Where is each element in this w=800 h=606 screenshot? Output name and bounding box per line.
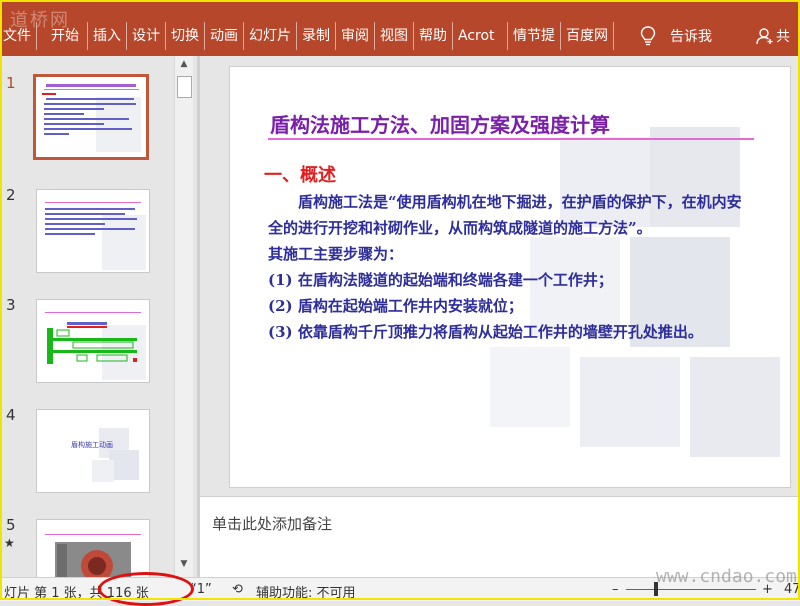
- slide-thumbnail-3[interactable]: [36, 299, 150, 383]
- slide-number-4: 4: [6, 406, 16, 424]
- tab-transitions[interactable]: 切换: [166, 22, 205, 50]
- tab-storyboard[interactable]: 情节提: [508, 22, 561, 50]
- notes-placeholder: 单击此处添加备注: [212, 515, 333, 533]
- title-underline: [268, 138, 754, 140]
- slide-title[interactable]: 盾构法施工方法、加固方案及强度计算: [270, 109, 610, 138]
- tab-design[interactable]: 设计: [127, 22, 166, 50]
- language-status[interactable]: “1”: [190, 582, 212, 597]
- tab-review[interactable]: 审阅: [336, 22, 375, 50]
- slide-thumbnail-3-preview: [45, 312, 146, 380]
- ribbon-tabs: 文件 开始 插入 设计 切换 动画 幻灯片 录制 审阅 视图 帮助 Acrot …: [0, 22, 614, 50]
- scrollbar-thumb[interactable]: [177, 76, 192, 98]
- body-step-2: (2) 盾构在起始端工作井内安装就位；: [268, 297, 523, 315]
- tab-animations[interactable]: 动画: [205, 22, 244, 50]
- slide-number-2: 2: [6, 186, 16, 204]
- tell-me-label: 告诉我: [670, 29, 712, 45]
- section-heading[interactable]: 一、概述: [264, 161, 336, 187]
- lightbulb-icon: [640, 26, 656, 46]
- body-paragraph-1: 盾构施工法是“使用盾构机在地下掘进，在护盾的保护下，在机内安全的进行开挖和衬砌作…: [268, 193, 742, 237]
- zoom-slider[interactable]: [626, 589, 756, 590]
- tab-home[interactable]: 开始: [37, 22, 88, 50]
- accessibility-icon[interactable]: ⟲: [232, 582, 243, 597]
- tab-slideshow[interactable]: 幻灯片: [244, 22, 297, 50]
- slide-thumbnail-4[interactable]: 盾构施工动画: [36, 409, 150, 493]
- slide-thumbnail-2[interactable]: [36, 189, 150, 273]
- body-step-3: (3) 依靠盾构千斤顶推力将盾构从起始工作井的墙壁开孔处推出。: [268, 323, 703, 341]
- ribbon: 道桥网 文件 开始 插入 设计 切换 动画 幻灯片 录制 审阅 视图 帮助 Ac…: [0, 0, 800, 56]
- tab-file[interactable]: 文件: [0, 22, 37, 50]
- slide-thumbnail-5[interactable]: [36, 519, 150, 581]
- slide-thumbnail-1[interactable]: [33, 74, 149, 160]
- slide-thumbnail-4-caption: 盾构施工动画: [71, 441, 113, 449]
- tab-acrobat[interactable]: Acrot: [453, 22, 508, 50]
- body-step-1: (1) 在盾构法隧道的起始端和终端各建一个工作井；: [268, 271, 613, 289]
- body-paragraph-2: 其施工主要步骤为：: [268, 245, 404, 263]
- slide-count-status: 灯片 第 1 张，共 116 张: [4, 586, 149, 601]
- share-label: 共: [776, 29, 790, 45]
- share-button[interactable]: 共: [756, 22, 790, 50]
- thumbnail-scrollbar[interactable]: ▲ ▼: [174, 56, 193, 577]
- slide-number-3: 3: [6, 296, 16, 314]
- slide-thumbnail-5-preview: [45, 534, 141, 580]
- tab-baidu[interactable]: 百度网: [561, 22, 614, 50]
- scroll-down-arrow-icon[interactable]: ▼: [175, 556, 193, 572]
- slide-number-1: 1: [6, 74, 16, 92]
- thumbnail-pane: 1 2 3 4 盾构施工动画 5 ★: [0, 56, 196, 581]
- tab-view[interactable]: 视图: [375, 22, 414, 50]
- scroll-up-arrow-icon[interactable]: ▲: [175, 56, 193, 72]
- slide-number-5: 5: [6, 516, 16, 534]
- slide-thumbnail-1-preview: [42, 84, 141, 152]
- slide-thumbnail-2-preview: [45, 202, 146, 270]
- slide-body-text[interactable]: 盾构施工法是“使用盾构机在地下掘进，在护盾的保护下，在机内安全的进行开挖和衬砌作…: [268, 189, 754, 345]
- current-slide[interactable]: 盾构法施工方法、加固方案及强度计算 一、概述 盾构施工法是“使用盾构机在地下掘进…: [229, 66, 791, 488]
- tab-insert[interactable]: 插入: [88, 22, 127, 50]
- tab-help[interactable]: 帮助: [414, 22, 453, 50]
- slide-thumbnail-4-preview: [92, 428, 139, 482]
- website-watermark: www.cndao.com: [656, 566, 797, 587]
- zoom-out-button[interactable]: –: [612, 582, 619, 597]
- accessibility-status[interactable]: 辅助功能: 不可用: [256, 582, 356, 601]
- user-icon: [756, 28, 773, 45]
- animation-star-icon: ★: [4, 536, 15, 550]
- tab-record[interactable]: 录制: [297, 22, 336, 50]
- tell-me-box[interactable]: 告诉我: [640, 22, 712, 50]
